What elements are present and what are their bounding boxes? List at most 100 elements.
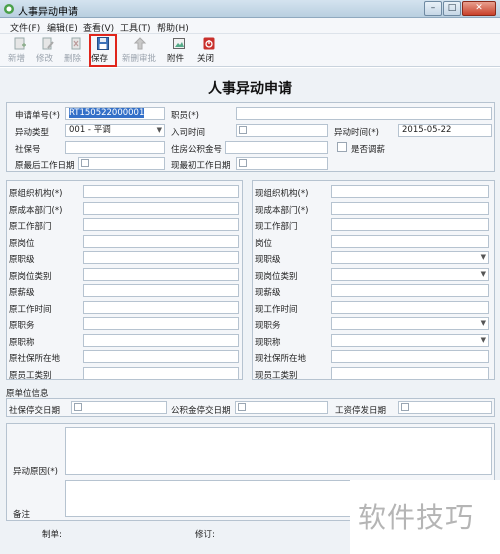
close-button[interactable]: 关闭 <box>197 36 221 65</box>
apply-no-value: RT150522000001 <box>69 108 145 118</box>
orig-label-4: 原职级 <box>9 255 35 265</box>
curr-label-7: 现工作时间 <box>255 304 298 315</box>
salary-stop-label: 工资停发日期 <box>335 406 387 416</box>
change-date-value: 2015-05-22 <box>402 125 452 135</box>
orig-last-workday-field[interactable] <box>78 157 165 170</box>
salary-stop-field[interactable] <box>398 401 492 414</box>
close-power-icon <box>203 37 215 50</box>
save-label: 保存 <box>91 54 109 64</box>
delete-icon <box>71 37 81 50</box>
social-stop-field[interactable] <box>71 401 167 414</box>
apply-no-field[interactable]: RT150522000001 <box>65 107 165 120</box>
is-adjust-checkbox[interactable] <box>337 142 347 152</box>
change-date-label: 异动时间(*) <box>334 128 379 138</box>
edit-button[interactable]: 修改 <box>36 36 60 65</box>
current-info-panel: 现组织机构(*) 现成本部门(*) 现工作部门 岗位 现职级 ▼ 现岗位类别 ▼ 现薪级 现工作时… <box>252 180 495 381</box>
orig-last-workday-label: 原最后工作日期 <box>15 161 75 171</box>
social-stop-checkbox[interactable] <box>74 403 82 411</box>
menu-file[interactable]: 文件(F) <box>10 21 40 34</box>
social-no-label: 社保号 <box>15 145 41 155</box>
orig-label-3: 原岗位 <box>9 238 35 249</box>
original-info-panel: 原组织机构(*) 原成本部门(*) 原工作部门 原岗位 原职级 原岗位类别 原薪级 原工作时间… <box>6 180 243 381</box>
curr-field-8[interactable]: ▼ <box>331 317 489 330</box>
orig-label-2: 原工作部门 <box>9 222 52 232</box>
dropdown-arrow-icon: ▼ <box>480 269 486 278</box>
curr-label-10: 现社保所在地 <box>255 354 307 364</box>
social-no-field[interactable] <box>65 141 165 154</box>
minimize-button[interactable]: – <box>424 1 442 16</box>
curr-label-5: 现岗位类别 <box>255 271 298 282</box>
curr-field-5[interactable]: ▼ <box>331 267 489 281</box>
orig-field-9[interactable] <box>83 333 239 347</box>
change-date-field[interactable]: 2015-05-22 <box>398 124 492 137</box>
housing-no-label: 住房公积金号 <box>171 145 223 155</box>
orig-last-workday-checkbox[interactable] <box>81 159 89 167</box>
maker-label: 制单: <box>42 530 62 540</box>
orig-field-8[interactable] <box>83 317 239 330</box>
dropdown-arrow-icon: ▼ <box>480 253 486 261</box>
change-type-select[interactable]: 001 - 平调 ▼ <box>65 124 165 137</box>
curr-field-3[interactable] <box>331 234 489 248</box>
entry-date-field[interactable] <box>236 124 328 137</box>
close-window-button[interactable]: ✕ <box>462 1 496 16</box>
curr-field-0[interactable] <box>331 185 489 198</box>
curr-field-6[interactable] <box>331 284 489 297</box>
curr-field-4[interactable]: ▼ <box>331 251 489 264</box>
delete-label: 删除 <box>64 54 82 64</box>
curr-field-1[interactable] <box>331 201 489 215</box>
orig-label-6: 原薪级 <box>9 288 35 298</box>
recheck-button[interactable]: 新删审批 <box>122 36 158 65</box>
dropdown-arrow-icon: ▼ <box>156 126 162 134</box>
title-bar: 人事异动申请 – □ ✕ <box>0 0 500 18</box>
edit-icon <box>42 37 54 50</box>
fund-stop-field[interactable] <box>235 401 328 414</box>
menu-view[interactable]: 查看(V) <box>83 21 114 34</box>
orig-field-5[interactable] <box>83 267 239 281</box>
orig-field-3[interactable] <box>83 234 239 248</box>
entry-date-checkbox[interactable] <box>239 126 247 134</box>
menu-edit[interactable]: 编辑(E) <box>47 21 78 34</box>
orig-field-2[interactable] <box>83 218 239 231</box>
orig-field-10[interactable] <box>83 350 239 363</box>
dropdown-arrow-icon: ▼ <box>480 319 486 327</box>
is-adjust-label: 是否调薪 <box>351 145 386 155</box>
curr-field-2[interactable] <box>331 218 489 231</box>
new-doc-icon <box>14 37 26 50</box>
housing-no-field[interactable] <box>225 141 328 154</box>
apply-no-label: 申请单号(*) <box>15 111 60 121</box>
orig-field-6[interactable] <box>83 284 239 297</box>
orig-field-0[interactable] <box>83 185 239 198</box>
save-button[interactable]: 保存 <box>89 34 117 67</box>
curr-field-9[interactable]: ▼ <box>331 333 489 347</box>
orig-label-7: 原工作时间 <box>9 304 52 315</box>
employee-field[interactable] <box>236 107 492 120</box>
new-first-workday-label: 现最初工作日期 <box>171 161 231 171</box>
salary-stop-checkbox[interactable] <box>401 403 409 411</box>
orig-label-11: 原员工类别 <box>9 370 52 381</box>
curr-field-10[interactable] <box>331 350 489 363</box>
orig-field-11[interactable] <box>83 366 239 380</box>
delete-button[interactable]: 删除 <box>64 36 88 65</box>
fund-stop-checkbox[interactable] <box>238 403 246 411</box>
new-first-workday-field[interactable] <box>236 157 328 170</box>
window-title: 人事异动申请 <box>18 7 78 18</box>
curr-label-9: 现职称 <box>255 337 281 348</box>
menu-help[interactable]: 帮助(H) <box>157 21 189 34</box>
orig-unit-panel: 社保停交日期 公积金停交日期 工资停发日期 <box>6 398 495 417</box>
reason-textarea[interactable] <box>65 427 492 475</box>
curr-field-7[interactable] <box>331 300 489 314</box>
orig-field-4[interactable] <box>83 251 239 264</box>
attach-button[interactable]: 附件 <box>167 36 191 65</box>
save-floppy-icon <box>97 37 109 50</box>
orig-field-1[interactable] <box>83 201 239 215</box>
new-button[interactable]: 新增 <box>8 36 32 65</box>
app-icon <box>4 4 14 14</box>
curr-field-11[interactable] <box>331 366 489 380</box>
curr-label-0: 现组织机构(*) <box>255 189 309 199</box>
maximize-button[interactable]: □ <box>443 1 461 16</box>
menu-tools[interactable]: 工具(T) <box>120 21 151 34</box>
form-title: 人事异动申请 <box>208 81 292 97</box>
new-first-workday-checkbox[interactable] <box>239 159 247 167</box>
orig-field-7[interactable] <box>83 300 239 314</box>
edit-label: 修改 <box>36 54 54 64</box>
